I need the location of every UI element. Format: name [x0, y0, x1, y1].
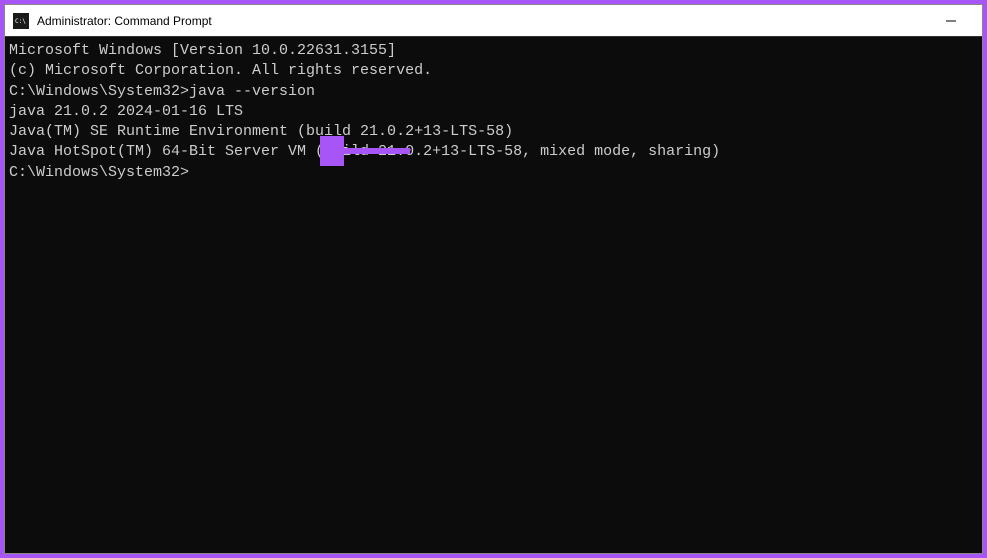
terminal-line: (c) Microsoft Corporation. All rights re… — [9, 61, 978, 81]
terminal-output[interactable]: Microsoft Windows [Version 10.0.22631.31… — [5, 37, 982, 553]
window-title: Administrator: Command Prompt — [37, 14, 928, 28]
cmd-icon: C:\ — [13, 13, 29, 29]
titlebar[interactable]: C:\ Administrator: Command Prompt — [5, 5, 982, 37]
terminal-line: java 21.0.2 2024-01-16 LTS — [9, 102, 978, 122]
prompt-line: C:\Windows\System32> — [9, 163, 978, 183]
window-controls — [928, 5, 974, 37]
svg-text:C:\: C:\ — [15, 18, 26, 25]
terminal-line: Java HotSpot(TM) 64-Bit Server VM (build… — [9, 142, 978, 162]
terminal-line: Microsoft Windows [Version 10.0.22631.31… — [9, 41, 978, 61]
command-prompt-window: C:\ Administrator: Command Prompt Micros… — [4, 4, 983, 554]
prompt-command-line: C:\Windows\System32>java --version — [9, 82, 978, 102]
minimize-button[interactable] — [928, 5, 974, 37]
terminal-line: Java(TM) SE Runtime Environment (build 2… — [9, 122, 978, 142]
